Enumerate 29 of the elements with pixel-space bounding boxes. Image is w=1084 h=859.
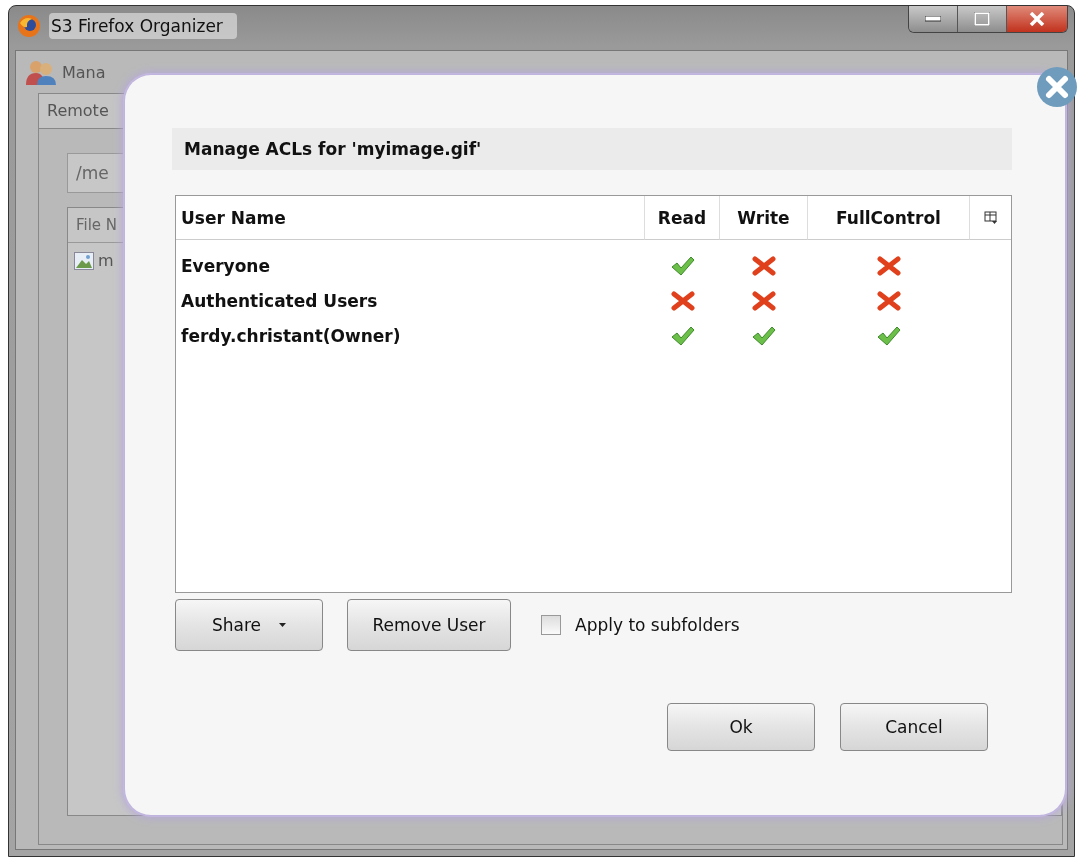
minimize-icon	[925, 16, 941, 22]
column-header[interactable]: Read	[645, 196, 720, 240]
close-button[interactable]	[1007, 6, 1067, 32]
user-name: Everyone	[180, 254, 271, 278]
window-title: S3 Firefox Organizer	[49, 13, 237, 39]
file-name: m	[98, 251, 114, 270]
toolbar-label: Mana	[62, 62, 106, 82]
remove-user-button[interactable]: Remove User	[347, 599, 511, 651]
column-picker-icon[interactable]	[983, 210, 998, 225]
caret-icon	[279, 623, 287, 627]
user-name: ferdy.christant(Owner)	[180, 324, 402, 348]
image-file-icon	[74, 251, 94, 270]
checkbox[interactable]	[541, 615, 561, 635]
close-icon	[1029, 12, 1045, 26]
user-name: Authenticated Users	[180, 289, 379, 313]
browser-logo-icon	[17, 14, 41, 38]
minimize-button[interactable]	[909, 6, 958, 32]
users-icon	[26, 59, 56, 85]
column-header[interactable]: FullControl	[808, 196, 970, 240]
maximize-icon	[974, 12, 990, 26]
checkbox-label: Apply to subfolders	[575, 615, 740, 635]
ok-button[interactable]: Ok	[667, 703, 815, 751]
dialog-heading: Manage ACLs for 'myimage.gif'	[172, 128, 1012, 170]
maximize-button[interactable]	[958, 6, 1007, 32]
share-button[interactable]: Share	[175, 599, 323, 651]
close-icon[interactable]	[1037, 67, 1077, 107]
column-header[interactable]: User Name	[176, 196, 645, 240]
column-header[interactable]: Write	[720, 196, 808, 240]
cancel-button[interactable]: Cancel	[840, 703, 988, 751]
